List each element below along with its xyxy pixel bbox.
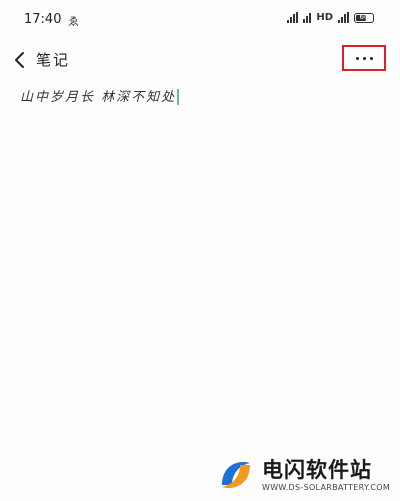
- wifi-icon: [303, 12, 312, 23]
- status-bar: 17:40 ゑ HD 60: [0, 0, 400, 40]
- back-button[interactable]: [8, 48, 32, 72]
- watermark: 电闪软件站 WWW.DS-SOLARBATTERY.COM: [214, 452, 394, 498]
- signal-icon-2: [338, 12, 349, 23]
- status-icons: HD 60: [287, 12, 374, 23]
- more-dots-icon: [355, 56, 359, 60]
- status-time: 17:40: [24, 12, 62, 27]
- chevron-left-icon: [15, 52, 24, 68]
- network-type-label: HD: [316, 12, 333, 23]
- notification-icon: ゑ: [68, 15, 79, 28]
- more-options-button[interactable]: [342, 45, 386, 71]
- watermark-url: WWW.DS-SOLARBATTERY.COM: [262, 483, 391, 492]
- signal-icon: [287, 12, 299, 23]
- text-cursor: [177, 88, 180, 105]
- note-editor[interactable]: 山中岁月长 林深不知处: [20, 86, 380, 466]
- page-title: 笔记: [36, 51, 71, 69]
- watermark-title: 电闪软件站: [262, 458, 372, 482]
- note-text: 山中岁月长 林深不知处: [20, 90, 177, 105]
- battery-icon: 60: [354, 12, 374, 23]
- battery-percent: 60: [359, 12, 369, 21]
- header: 笔记: [0, 40, 400, 80]
- brand-logo-icon: [222, 461, 250, 489]
